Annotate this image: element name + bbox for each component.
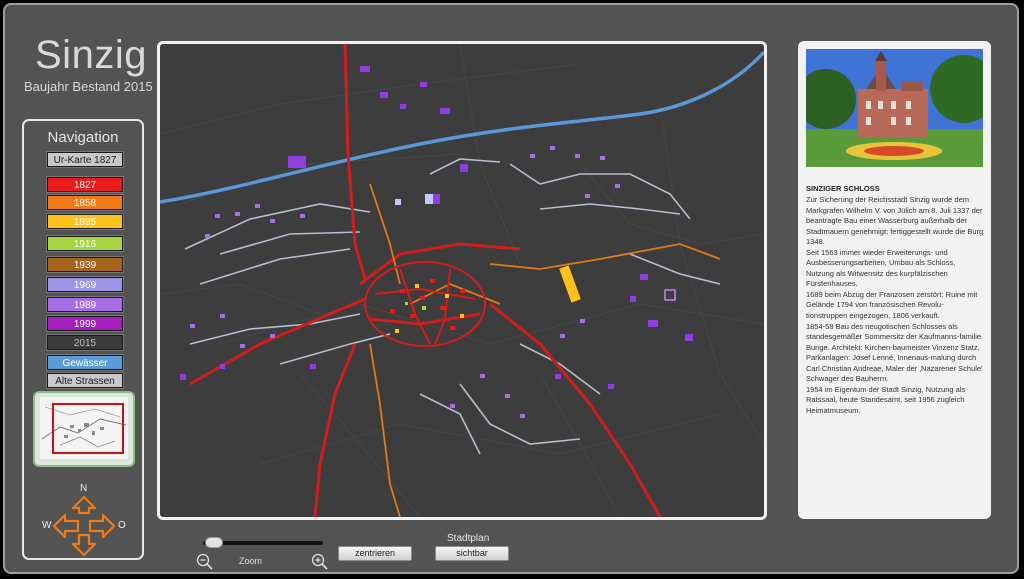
pan-north-arrow[interactable]: [71, 495, 97, 515]
zoom-in-icon[interactable]: [311, 553, 329, 571]
nav-button-1827[interactable]: 1827: [47, 177, 123, 192]
stadtplan-visible-button[interactable]: sichtbar: [435, 546, 509, 561]
pan-south-arrow[interactable]: [71, 533, 97, 557]
building-1895: [559, 265, 581, 303]
info-title: SINZIGER SCHLOSS: [806, 184, 880, 193]
map-viewport[interactable]: [157, 41, 767, 520]
old-road-south: [313, 343, 357, 517]
stadtplan-label: Stadtplan: [447, 533, 490, 544]
nav-button-1858[interactable]: 1858: [47, 195, 123, 210]
nav-button-1939[interactable]: 1939: [47, 257, 123, 272]
nav-button-alte-strassen[interactable]: Alte Strassen: [47, 373, 123, 388]
castle-photo: [796, 49, 998, 167]
nav-button-1969[interactable]: 1969: [47, 277, 123, 292]
navigation-title: Navigation: [47, 129, 119, 146]
nav-button-1916[interactable]: 1916: [47, 236, 123, 251]
zoom-out-icon[interactable]: [196, 553, 214, 571]
center-map-button[interactable]: zentrieren: [338, 546, 412, 561]
compass-east-label: O: [118, 520, 126, 531]
zoom-slider-thumb[interactable]: [205, 537, 224, 548]
app-title: Sinzig: [35, 33, 147, 77]
nav-button-1895[interactable]: 1895: [47, 214, 123, 229]
pan-west-arrow[interactable]: [52, 513, 80, 539]
navigation-panel: Navigation Ur-Karte 1827 1827 1858 1895 1916…: [22, 119, 144, 560]
app-frame: Sinzig Baujahr Bestand 2015 Navigation U…: [3, 3, 1019, 574]
minimap-viewport-box[interactable]: [52, 403, 124, 454]
nav-button-2015[interactable]: 2015: [47, 335, 123, 350]
nav-button-gewässer[interactable]: Gewässer: [47, 355, 123, 370]
compass-pan-control: N W O: [42, 473, 126, 557]
old-road-southeast: [489, 302, 662, 517]
nav-button-ur-karte-1827[interactable]: Ur-Karte 1827: [47, 152, 123, 167]
nav-button-1999[interactable]: 1999: [47, 316, 123, 331]
old-road-north: [343, 44, 367, 280]
compass-west-label: W: [42, 520, 52, 531]
river-rhein: [160, 50, 764, 204]
nav-button-1989[interactable]: 1989: [47, 297, 123, 312]
overview-minimap[interactable]: [33, 391, 135, 467]
old-road-west: [189, 297, 366, 386]
compass-north-label: N: [80, 483, 88, 494]
app-subtitle: Baujahr Bestand 2015: [24, 79, 153, 94]
info-panel: SINZIGER SCHLOSS Zur Sicherung der Reich…: [796, 41, 998, 519]
pan-east-arrow[interactable]: [88, 513, 116, 539]
zoom-label: Zoom: [239, 556, 263, 566]
info-text: Zur Sicherung der Reichsstadt Sinzig wur…: [806, 195, 984, 415]
